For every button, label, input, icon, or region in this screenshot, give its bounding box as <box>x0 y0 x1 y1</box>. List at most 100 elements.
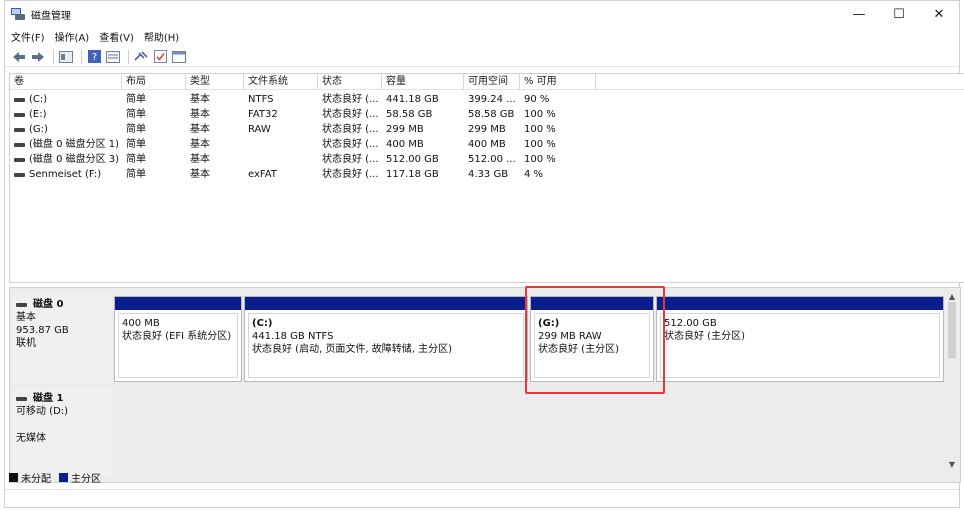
disk-1-info[interactable]: 磁盘 1 可移动 (D:) 无媒体 <box>12 388 112 476</box>
volume-list-header: 卷 布局 类型 文件系统 状态 容量 可用空间 % 可用 <box>10 74 964 90</box>
table-row[interactable]: (E:) 简单 基本 FAT32 状态良好 (... 58.58 GB 58.5… <box>10 107 964 122</box>
menu-view[interactable]: 查看(V) <box>99 29 134 44</box>
table-row[interactable]: (C:) 简单 基本 NTFS 状态良好 (... 441.18 GB 399.… <box>10 92 964 107</box>
partition-g[interactable]: (G:) 299 MB RAW 状态良好 (主分区) <box>530 296 654 382</box>
partition-c[interactable]: (C:) 441.18 GB NTFS 状态良好 (启动, 页面文件, 故障转储… <box>244 296 528 382</box>
layout-cell: 简单 <box>126 139 146 150</box>
toolbar-separator <box>81 49 82 64</box>
percent-free-cell: 90 % <box>524 94 550 105</box>
disk-1-row: 磁盘 1 可移动 (D:) 无媒体 <box>10 388 944 476</box>
toolbar-separator <box>53 49 54 64</box>
column-header-percent-free[interactable]: % 可用 <box>520 74 596 90</box>
check-icon[interactable] <box>152 49 168 65</box>
partition-body: 400 MB 状态良好 (EFI 系统分区) <box>118 313 238 378</box>
percent-free-cell: 100 % <box>524 124 556 135</box>
column-header-capacity[interactable]: 容量 <box>382 74 464 90</box>
status-cell: 状态良好 (... <box>322 124 379 135</box>
status-cell: 状态良好 (... <box>322 94 379 105</box>
table-row[interactable]: (磁盘 0 磁盘分区 1) 简单 基本 状态良好 (... 400 MB 400… <box>10 137 964 152</box>
help-icon[interactable]: ? <box>86 49 102 65</box>
disk-management-window: 磁盘管理 — ☐ ✕ 文件(F) 操作(A) 查看(V) 帮助(H) ? 卷 布… <box>4 0 964 508</box>
free-space-cell: 299 MB <box>468 124 506 135</box>
legend-label: 主分区 <box>71 473 101 485</box>
layout-cell: 简单 <box>126 94 146 105</box>
menu-file[interactable]: 文件(F) <box>11 29 45 44</box>
type-cell: 基本 <box>190 169 210 180</box>
free-space-cell: 399.24 ... <box>468 94 516 105</box>
layout-cell: 简单 <box>126 169 146 180</box>
close-button[interactable]: ✕ <box>919 1 959 27</box>
forward-icon[interactable] <box>30 49 46 65</box>
partition-bar <box>115 297 241 310</box>
disk-map: 磁盘 0 基本 953.87 GB 联机 400 MB 状态良好 (EFI 系统… <box>9 287 961 483</box>
window-title: 磁盘管理 <box>31 10 71 22</box>
volume-name-cell: (磁盘 0 磁盘分区 3) <box>10 152 122 167</box>
volume-name: (磁盘 0 磁盘分区 3) <box>29 154 120 165</box>
filesystem-cell: FAT32 <box>248 109 278 120</box>
scroll-down-icon[interactable]: ▼ <box>946 458 958 470</box>
capacity-cell: 58.58 GB <box>386 109 433 120</box>
layout-cell: 简单 <box>126 154 146 165</box>
column-header-type[interactable]: 类型 <box>186 74 244 90</box>
menu-help[interactable]: 帮助(H) <box>144 29 179 44</box>
partition-bar <box>245 297 527 310</box>
window-view-icon[interactable] <box>171 49 187 65</box>
column-header-layout[interactable]: 布局 <box>122 74 186 90</box>
partition-size: 441.18 GB NTFS <box>252 331 334 342</box>
maximize-button[interactable]: ☐ <box>879 1 919 27</box>
capacity-cell: 299 MB <box>386 124 424 135</box>
partition-efi[interactable]: 400 MB 状态良好 (EFI 系统分区) <box>114 296 242 382</box>
volume-list: 卷 布局 类型 文件系统 状态 容量 可用空间 % 可用 (C:) 简单 基本 … <box>9 73 964 283</box>
table-row[interactable]: (G:) 简单 基本 RAW 状态良好 (... 299 MB 299 MB 1… <box>10 122 964 137</box>
disk-0-type: 基本 <box>16 312 36 323</box>
disk-1-type: 可移动 (D:) <box>16 406 69 417</box>
free-space-cell: 400 MB <box>468 139 506 150</box>
scroll-up-icon[interactable]: ▲ <box>946 290 958 302</box>
table-row[interactable]: Senmeiset (F:) 简单 基本 exFAT 状态良好 (... 117… <box>10 167 964 182</box>
connect-icon[interactable] <box>133 49 149 65</box>
percent-free-cell: 100 % <box>524 154 556 165</box>
console-tree-icon[interactable] <box>58 49 74 65</box>
scroll-track[interactable] <box>946 358 958 458</box>
type-cell: 基本 <box>190 139 210 150</box>
status-cell: 状态良好 (... <box>322 169 379 180</box>
column-header-volume[interactable]: 卷 <box>10 74 122 90</box>
percent-free-cell: 100 % <box>524 139 556 150</box>
disk-0-row: 磁盘 0 基本 953.87 GB 联机 400 MB 状态良好 (EFI 系统… <box>10 294 944 384</box>
column-header-status[interactable]: 状态 <box>318 74 382 90</box>
disk-0-info[interactable]: 磁盘 0 基本 953.87 GB 联机 <box>12 294 112 384</box>
svg-text:?: ? <box>91 52 96 63</box>
drive-icon <box>14 172 25 177</box>
scroll-thumb[interactable] <box>948 302 956 358</box>
status-cell: 状态良好 (... <box>322 139 379 150</box>
disk-0-label: 磁盘 0 <box>16 298 108 311</box>
capacity-cell: 512.00 GB <box>386 154 439 165</box>
column-header-filesystem[interactable]: 文件系统 <box>244 74 318 90</box>
volume-name: (C:) <box>29 94 48 105</box>
partition-status: 状态良好 (主分区) <box>664 331 745 342</box>
column-header-free-space[interactable]: 可用空间 <box>464 74 520 90</box>
free-space-cell: 58.58 GB <box>468 109 515 120</box>
legend-label: 未分配 <box>21 473 51 485</box>
toolbar-separator <box>128 49 129 64</box>
partition-bar <box>657 297 943 310</box>
toolbar: ? <box>5 47 959 67</box>
window-controls: — ☐ ✕ <box>839 1 959 27</box>
partition-size: 299 MB RAW <box>538 331 602 342</box>
back-icon[interactable] <box>11 49 27 65</box>
disk-1-label: 磁盘 1 <box>16 392 108 405</box>
disk-0-partitions: 400 MB 状态良好 (EFI 系统分区) (C:) 441.18 GB NT… <box>114 296 946 382</box>
capacity-cell: 400 MB <box>386 139 424 150</box>
drive-icon <box>14 157 25 162</box>
drive-icon <box>14 97 25 102</box>
disk-map-scrollbar[interactable]: ▲ ▼ <box>946 290 958 470</box>
properties-icon[interactable] <box>105 49 121 65</box>
volume-name: Senmeiset (F:) <box>29 169 102 180</box>
menu-action[interactable]: 操作(A) <box>55 29 90 44</box>
minimize-button[interactable]: — <box>839 1 879 27</box>
legend-unallocated: 未分配 <box>9 470 51 485</box>
volume-name-cell: (E:) <box>10 107 122 122</box>
partition-primary-512gb[interactable]: 512.00 GB 状态良好 (主分区) <box>656 296 944 382</box>
drive-icon <box>14 112 25 117</box>
table-row[interactable]: (磁盘 0 磁盘分区 3) 简单 基本 状态良好 (... 512.00 GB … <box>10 152 964 167</box>
